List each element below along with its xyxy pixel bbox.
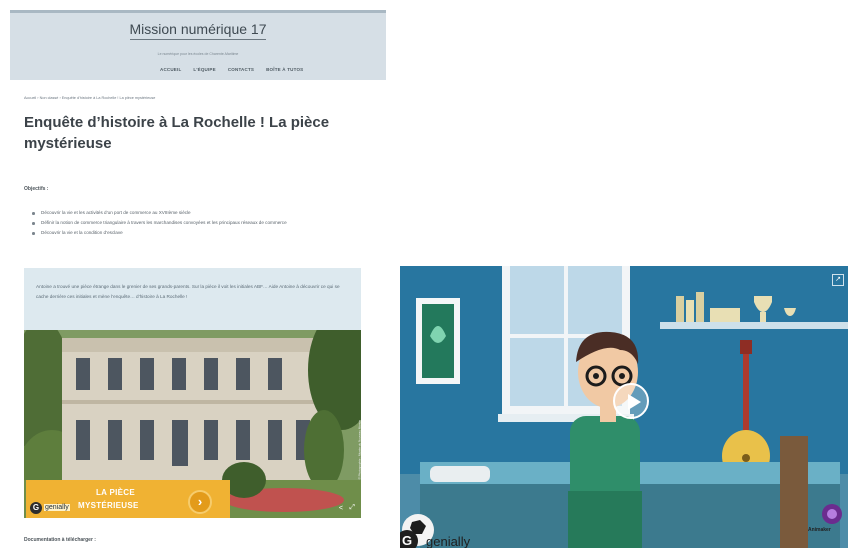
video-embed[interactable]: ↗ Animaker G genially (400, 266, 848, 548)
site-header: Mission numérique 17 Le numérique pour l… (10, 10, 386, 80)
screenshot-root: Mission numérique 17 Le numérique pour l… (0, 0, 848, 548)
nav-item-tutos[interactable]: BOÎTE À TUTOS (266, 67, 303, 72)
chevron-right-icon[interactable]: › (188, 490, 212, 514)
cta-title-line1: LA PIÈCE (96, 488, 135, 497)
external-link-icon[interactable]: ↗ (832, 274, 844, 286)
intro-text: Antoine a trouvé une pièce étrange dans … (36, 284, 340, 299)
genially-brand: genially (44, 504, 70, 511)
photo-credit: © Photographie : Musée du Nouveau Monde (357, 420, 361, 480)
share-icon[interactable]: < (339, 505, 343, 512)
genially-embed[interactable]: © Photographie : Musée du Nouveau Monde … (24, 330, 361, 518)
list-item: Découvrir la vie et la condition d’escla… (32, 228, 372, 238)
documentation-heading: Documentation à télécharger : (24, 537, 96, 543)
site-tagline: Le numérique pour les écoles de Charente… (157, 52, 239, 56)
breadcrumb[interactable]: Accueil › Non classé › Enquête d'histoir… (24, 96, 155, 100)
genially-logo-icon: G (30, 502, 42, 514)
cta-banner[interactable]: G genially LA PIÈCE MYSTÉRIEUSE › (26, 480, 230, 518)
blog-page: Mission numérique 17 Le numérique pour l… (10, 10, 386, 548)
intro-box: Antoine a trouvé une pièce étrange dans … (24, 268, 361, 330)
list-item: Définir la notion de commerce triangulai… (32, 218, 372, 228)
page-title: Enquête d’histoire à La Rochelle ! La pi… (24, 114, 330, 152)
nav-item-accueil[interactable]: ACCUEIL (160, 67, 181, 72)
main-nav: ACCUEIL L'ÉQUIPE CONTACTS BOÎTE À TUTOS (160, 67, 303, 72)
list-item: Découvrir la vie et les activités d’un p… (32, 208, 372, 218)
nav-item-contacts[interactable]: CONTACTS (228, 67, 254, 72)
animaker-watermark: Animaker (808, 527, 831, 533)
cta-title-line2: MYSTÉRIEUSE (78, 501, 139, 510)
expand-icon[interactable]: ⤢ (349, 504, 355, 512)
site-title[interactable]: Mission numérique 17 (10, 21, 386, 40)
objectives-list: Découvrir la vie et les activités d’un p… (32, 208, 372, 238)
play-icon[interactable] (613, 383, 649, 419)
nav-item-equipe[interactable]: L'ÉQUIPE (193, 67, 215, 72)
genially-brand: genially (426, 534, 471, 548)
objectives-heading: Objectifs : (24, 186, 49, 192)
